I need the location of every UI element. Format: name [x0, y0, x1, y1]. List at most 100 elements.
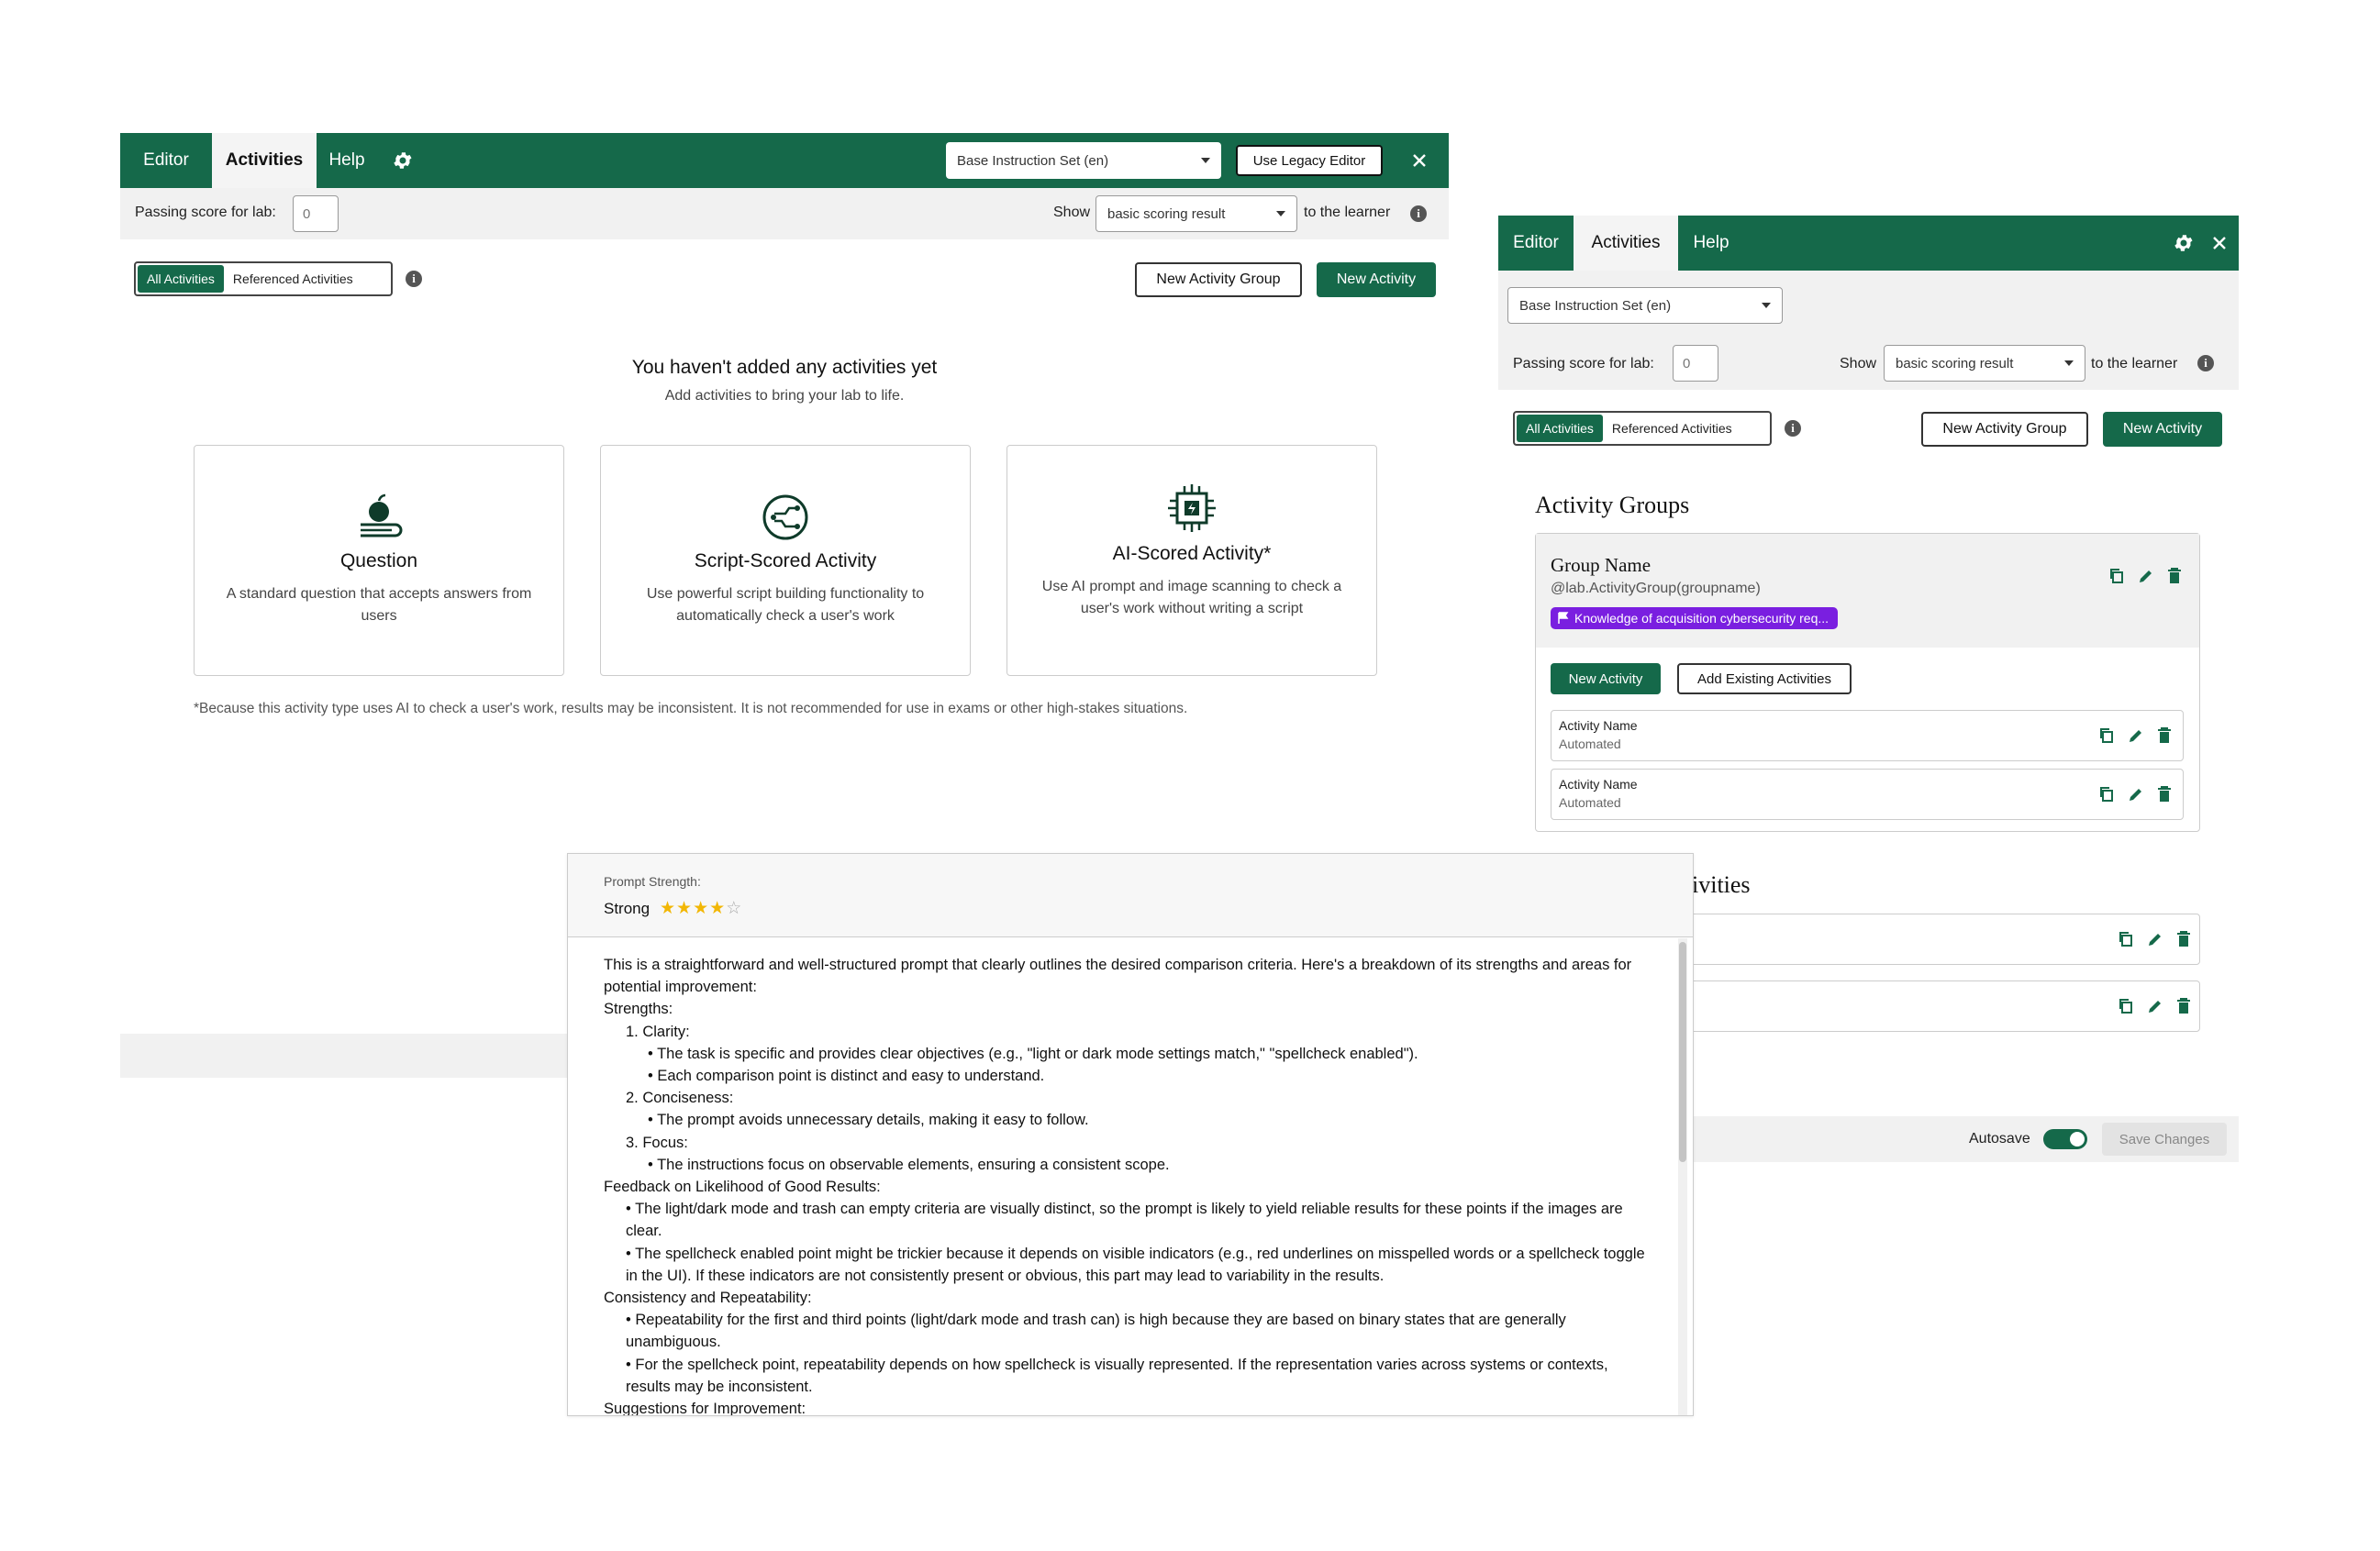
activity-actions	[2098, 786, 2172, 803]
feedback-line: • The instructions focus on observable e…	[648, 1156, 1170, 1173]
prompt-feedback-clip: This is a straightforward and well-struc…	[568, 937, 1674, 1415]
tab-activities[interactable]: Activities	[212, 133, 317, 188]
activity-type: Automated	[1559, 737, 1621, 751]
info-icon[interactable]: i	[1410, 205, 1427, 222]
filter-all-activities[interactable]: All Activities	[138, 265, 224, 293]
passing-score-input[interactable]: 0	[1673, 345, 1718, 382]
copy-icon[interactable]	[2118, 931, 2134, 947]
group-actions	[2108, 568, 2182, 584]
copy-icon[interactable]	[2118, 998, 2134, 1014]
info-icon[interactable]: i	[1785, 420, 1801, 437]
group-name: Group Name	[1551, 554, 1652, 576]
script-circuit-icon	[760, 492, 811, 543]
activity-name: Activity Name	[1559, 777, 1638, 792]
flag-icon	[1558, 612, 1569, 624]
trash-icon[interactable]	[2157, 786, 2172, 803]
new-activity-button[interactable]: New Activity	[2103, 412, 2222, 447]
chevron-down-icon	[2064, 360, 2074, 366]
edit-icon[interactable]	[2128, 786, 2144, 803]
edit-icon[interactable]	[2138, 568, 2154, 584]
passing-score-label: Passing score for lab:	[135, 205, 276, 220]
show-scoring-value: basic scoring result	[1896, 355, 2014, 371]
save-changes-button[interactable]: Save Changes	[2102, 1123, 2227, 1156]
prompt-strength-panel: Prompt Strength: Strong ★★★★☆ This is a …	[567, 853, 1694, 1416]
gear-icon[interactable]	[392, 150, 414, 172]
script-scored-card[interactable]: Script-Scored Activity Use powerful scri…	[600, 445, 971, 676]
show-scoring-select[interactable]: basic scoring result	[1095, 195, 1297, 232]
card-title: Script-Scored Activity	[694, 550, 877, 571]
copy-icon[interactable]	[2098, 786, 2115, 803]
copy-icon[interactable]	[2098, 727, 2115, 744]
tab-activities[interactable]: Activities	[1574, 216, 1678, 271]
passing-score-label: Passing score for lab:	[1513, 356, 1654, 371]
filter-referenced-activities[interactable]: Referenced Activities	[1603, 415, 1741, 442]
tab-editor[interactable]: Editor	[120, 133, 212, 188]
star-filled-icon: ★	[676, 899, 694, 918]
settings-area: Base Instruction Set (en) Passing score …	[1498, 271, 2239, 390]
activity-filter-toggle[interactable]: All Activities Referenced Activities	[1513, 411, 1772, 446]
card-title: Question	[339, 550, 418, 571]
tab-help[interactable]: Help	[317, 133, 377, 188]
passing-score-input[interactable]: 0	[293, 195, 339, 232]
instruction-set-select[interactable]: Base Instruction Set (en)	[946, 142, 1221, 179]
show-scoring-select[interactable]: basic scoring result	[1884, 345, 2085, 382]
chevron-down-icon	[1762, 303, 1771, 308]
use-legacy-editor-button[interactable]: Use Legacy Editor	[1236, 145, 1383, 176]
feedback-line: Strengths:	[604, 1001, 673, 1018]
filter-all-activities[interactable]: All Activities	[1517, 415, 1603, 442]
gear-icon[interactable]	[2173, 232, 2195, 254]
activity-row[interactable]: Activity Name Automated	[1551, 710, 2184, 761]
scrollbar[interactable]	[1678, 938, 1687, 1415]
question-apple-book-icon	[353, 492, 405, 543]
instruction-set-select[interactable]: Base Instruction Set (en)	[1507, 287, 1783, 324]
add-existing-activities-button[interactable]: Add Existing Activities	[1677, 663, 1852, 694]
new-activity-group-button[interactable]: New Activity Group	[1135, 262, 1302, 297]
activity-type: Automated	[1559, 795, 1621, 810]
feedback-line: • Each comparison point is distinct and …	[648, 1068, 1045, 1085]
to-learner-label: to the learner	[2091, 356, 2178, 371]
top-nav-bar: Editor Activities Help Base Instruction …	[120, 133, 1449, 188]
autosave-toggle[interactable]	[2043, 1129, 2087, 1149]
trash-icon[interactable]	[2176, 931, 2191, 947]
activity-actions	[2098, 727, 2172, 744]
info-icon[interactable]: i	[2197, 355, 2214, 371]
activities-heading-partial: ivities	[1692, 871, 1751, 898]
feedback-line: 1. Clarity:	[626, 1023, 690, 1040]
trash-icon[interactable]	[2157, 727, 2172, 744]
tab-help[interactable]: Help	[1678, 216, 1744, 271]
feedback-line: Feedback on Likelihood of Good Results:	[604, 1179, 881, 1196]
info-icon[interactable]: i	[406, 271, 422, 287]
close-icon[interactable]	[2210, 234, 2229, 252]
copy-icon[interactable]	[2108, 568, 2125, 584]
close-icon[interactable]	[1410, 151, 1429, 170]
activity-group-card: Group Name @lab.ActivityGroup(groupname)…	[1535, 533, 2200, 832]
instruction-set-value: Base Instruction Set (en)	[957, 152, 1109, 169]
to-learner-label: to the learner	[1304, 205, 1391, 220]
edit-icon[interactable]	[2147, 998, 2163, 1014]
activity-name: Activity Name	[1559, 718, 1638, 733]
trash-icon[interactable]	[2176, 998, 2191, 1014]
prompt-feedback-text: This is a straightforward and well-struc…	[604, 954, 1650, 1415]
edit-icon[interactable]	[2128, 727, 2144, 744]
chevron-down-icon	[1276, 211, 1285, 216]
group-tag-badge: Knowledge of acquisition cybersecurity r…	[1551, 607, 1839, 629]
card-description: A standard question that accepts answers…	[226, 586, 532, 624]
feedback-line: Consistency and Repeatability:	[604, 1290, 812, 1307]
filter-referenced-activities[interactable]: Referenced Activities	[224, 265, 362, 293]
star-rating: ★★★★☆	[660, 898, 742, 919]
activity-filter-toggle[interactable]: All Activities Referenced Activities	[134, 261, 393, 296]
chevron-down-icon	[1201, 158, 1210, 163]
feedback-line: • The prompt avoids unnecessary details,…	[648, 1112, 1089, 1129]
tab-editor[interactable]: Editor	[1498, 216, 1574, 271]
ai-scored-card[interactable]: AI-Scored Activity* Use AI prompt and im…	[1006, 445, 1377, 676]
trash-icon[interactable]	[2167, 568, 2182, 584]
group-new-activity-button[interactable]: New Activity	[1551, 663, 1661, 694]
star-filled-icon: ★	[693, 899, 710, 918]
star-empty-icon: ☆	[726, 899, 743, 918]
edit-icon[interactable]	[2147, 931, 2163, 947]
scrollbar-thumb[interactable]	[1679, 942, 1686, 1162]
new-activity-group-button[interactable]: New Activity Group	[1921, 412, 2088, 447]
question-card[interactable]: Question A standard question that accept…	[194, 445, 564, 676]
new-activity-button[interactable]: New Activity	[1317, 262, 1436, 297]
activity-row[interactable]: Activity Name Automated	[1551, 769, 2184, 820]
